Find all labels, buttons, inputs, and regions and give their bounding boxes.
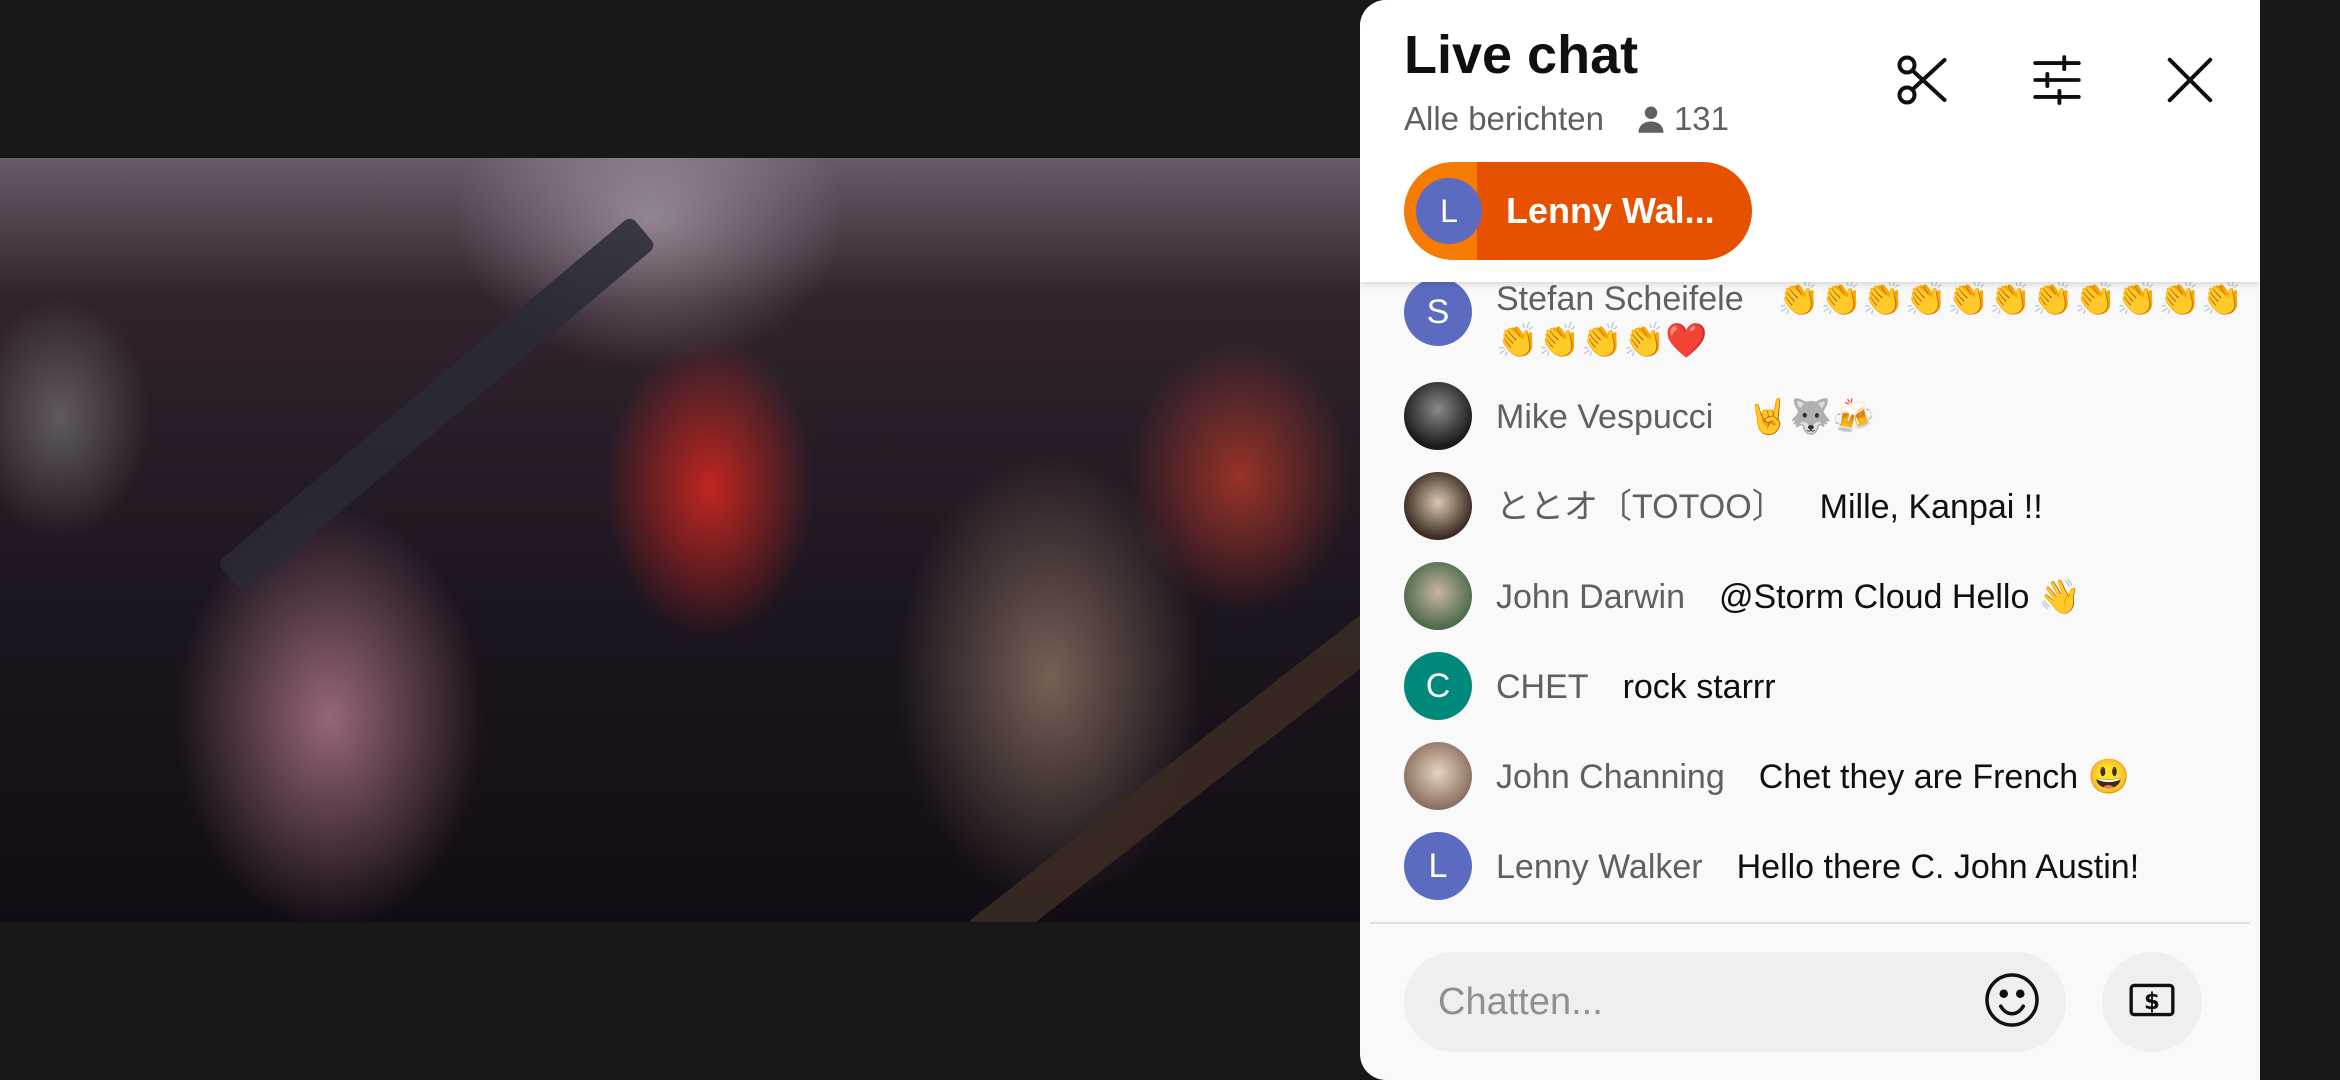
smiley-icon [1982,970,2042,1035]
clip-button[interactable] [1882,42,1962,122]
message-author[interactable]: Mike Vespucci [1496,398,1713,436]
message-author[interactable]: CHET [1496,668,1589,706]
avatar: L [1416,178,1482,244]
message-text: rock starrr [1622,668,1776,706]
avatar[interactable] [1404,742,1472,810]
person-icon [1636,104,1666,134]
scissors-icon [1892,50,1952,115]
chat-header: Live chat Alle berichten 131 L Lenny Wal… [1360,0,2260,282]
message-text: Mille, Kanpai !! [1819,488,2043,526]
close-icon [2163,53,2217,112]
chat-message-list[interactable]: S Stefan Scheifele 👏👏👏👏👏👏👏👏👏👏👏👏👏👏👏❤️ Mike… [1360,282,2260,922]
chat-title: Live chat [1404,25,1639,85]
chat-settings-button[interactable] [2017,42,2097,122]
input-divider [1370,922,2250,924]
avatar[interactable]: L [1404,832,1472,900]
avatar[interactable] [1404,562,1472,630]
message-text: @Storm Cloud Hello 👋 [1718,578,2082,616]
avatar[interactable] [1404,472,1472,540]
message-author[interactable]: John Channing [1496,758,1725,796]
chat-message: L Lenny Walker Hello there C. John Austin… [1404,832,2256,900]
avatar[interactable] [1404,382,1472,450]
avatar[interactable]: C [1404,652,1472,720]
chat-input[interactable] [1438,980,1958,1024]
chat-message: C CHET rock starrr [1404,652,2256,720]
message-text: Chet they are French 😃 [1758,758,2130,796]
message-author[interactable]: ととオ〔TOTOO〕 [1496,488,1786,526]
video-surface[interactable] [0,158,1360,922]
message-text: Hello there C. John Austin! [1736,848,2140,886]
close-chat-button[interactable] [2150,42,2230,122]
emoji-button[interactable] [1978,968,2046,1036]
avatar[interactable]: S [1404,282,1472,346]
chat-message: John Darwin @Storm Cloud Hello 👋 [1404,562,2256,630]
pinned-super-chat-chip[interactable]: L Lenny Wal... [1404,162,1752,260]
chat-message: S Stefan Scheifele 👏👏👏👏👏👏👏👏👏👏👏👏👏👏👏❤️ [1404,282,2256,362]
message-text: 🤘🐺🍻 [1747,398,1875,436]
svg-text:$: $ [2144,988,2160,1014]
chat-input-container[interactable] [1404,952,2066,1052]
pinned-author-name: Lenny Wal... [1506,190,1715,231]
viewer-count: 131 [1673,100,1730,137]
super-chat-button[interactable]: $ [2102,952,2202,1052]
message-author[interactable]: John Darwin [1496,578,1685,616]
money-icon: $ [2127,975,2177,1030]
chat-message: ととオ〔TOTOO〕 Mille, Kanpai !! [1404,472,2256,540]
chat-filter-label[interactable]: Alle berichten [1404,100,1604,138]
message-author[interactable]: Stefan Scheifele [1496,282,1744,318]
message-author[interactable]: Lenny Walker [1496,848,1703,886]
chat-message: John Channing Chet they are French 😃 [1404,742,2256,810]
chat-filter-row[interactable]: Alle berichten 131 [1404,100,1729,138]
chat-message: Mike Vespucci 🤘🐺🍻 [1404,382,2256,450]
video-player[interactable] [0,158,1360,922]
sliders-icon [2028,51,2086,114]
live-chat-panel: Live chat Alle berichten 131 L Lenny Wal… [1360,0,2260,1080]
